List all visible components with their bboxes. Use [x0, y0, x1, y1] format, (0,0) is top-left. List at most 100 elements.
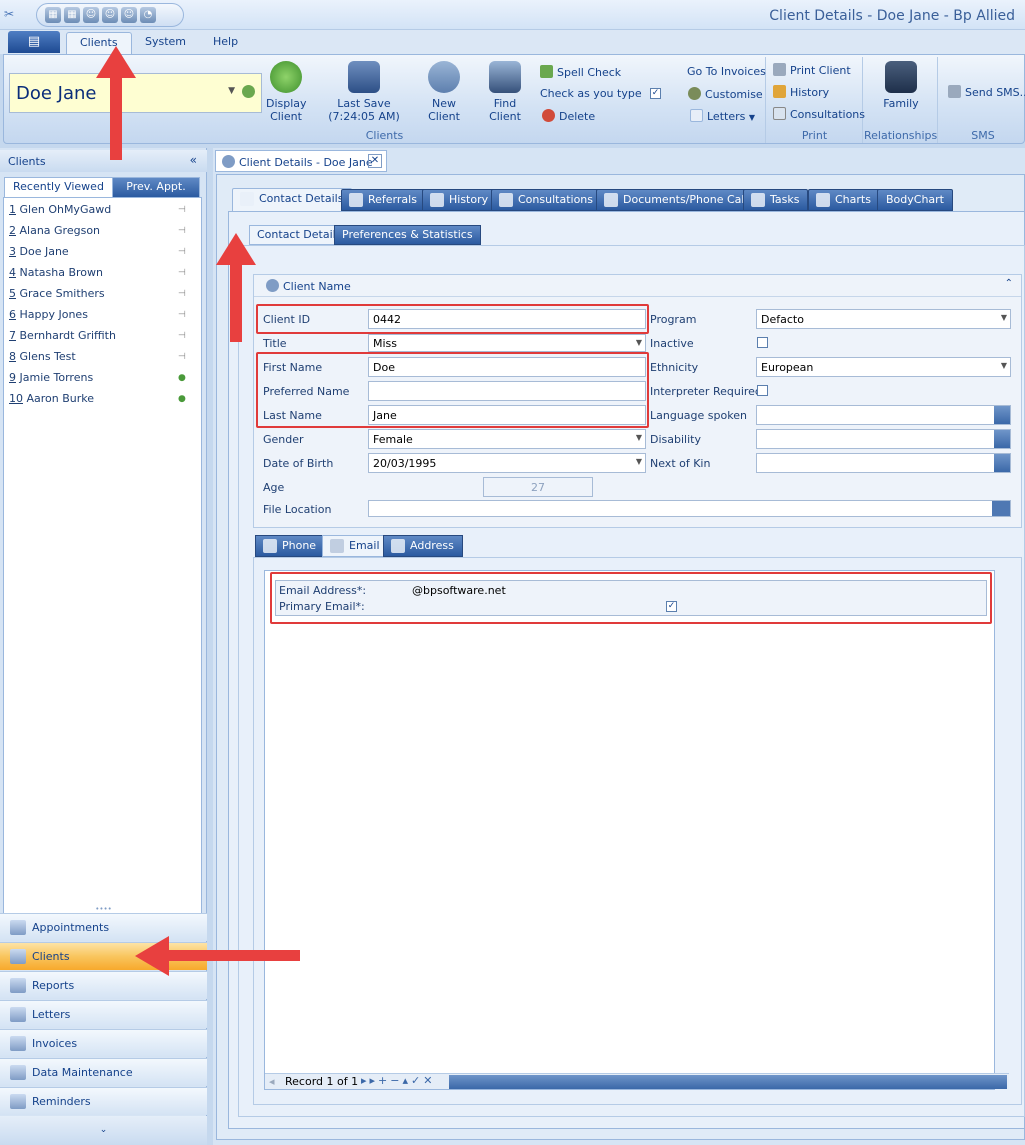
pin-icon[interactable]: ⊣: [178, 289, 192, 299]
tab-referrals[interactable]: Referrals: [341, 189, 426, 211]
tab-email[interactable]: Email: [322, 535, 389, 557]
lookup-spin-button[interactable]: [994, 430, 1010, 448]
tab-history[interactable]: History: [422, 189, 498, 211]
tab-contact-details[interactable]: Contact Details: [232, 188, 353, 212]
new-client-button[interactable]: New Client: [416, 61, 472, 123]
tab-prev-appt[interactable]: Prev. Appt.: [112, 177, 200, 197]
display-client-button[interactable]: Display Client: [266, 61, 307, 123]
nav-invoices[interactable]: Invoices: [0, 1029, 207, 1057]
list-item[interactable]: 5 Grace Smithers ⊣: [4, 286, 200, 304]
dob-field[interactable]: 20/03/1995 ▼: [368, 453, 646, 473]
status-dot-icon[interactable]: ●: [178, 394, 192, 404]
last-save-button[interactable]: Last Save (7:24:05 AM): [324, 61, 404, 123]
program-select[interactable]: Defacto ▼: [756, 309, 1011, 329]
tab-phone[interactable]: Phone: [255, 535, 326, 557]
list-item[interactable]: 2 Alana Gregson ⊣: [4, 223, 200, 241]
chevron-down-icon[interactable]: ▼: [1001, 313, 1007, 322]
chevron-down-icon[interactable]: ▼: [228, 86, 235, 96]
refresh-icon[interactable]: [242, 85, 255, 98]
user-icon[interactable]: ☺: [121, 7, 137, 23]
list-item[interactable]: 8 Glens Test ⊣: [4, 349, 200, 367]
nav-actions-icons[interactable]: ▸▸+−▴✓✕: [361, 1074, 435, 1087]
pin-icon[interactable]: ⊣: [178, 352, 192, 362]
nav-overflow-button[interactable]: ⌄: [0, 1116, 207, 1145]
go-to-invoices-button[interactable]: Go To Invoices: [687, 65, 766, 78]
send-sms-button[interactable]: Send SMS...: [948, 85, 1025, 99]
tab-system[interactable]: System: [132, 32, 199, 54]
nav-letters[interactable]: Letters: [0, 1000, 207, 1028]
history-icon: [430, 193, 444, 207]
print-consultations-button[interactable]: Consultations: [773, 107, 865, 121]
find-client-button[interactable]: Find Client: [478, 61, 532, 123]
collapse-up-icon[interactable]: ⌃: [1005, 278, 1013, 289]
title-select[interactable]: Miss ▼: [368, 334, 646, 352]
clients-add-icon[interactable]: ☺: [83, 7, 99, 23]
calendar-icon[interactable]: ▦: [45, 7, 61, 23]
list-item[interactable]: 3 Doe Jane ⊣: [4, 244, 200, 262]
application-menu-button[interactable]: ▤: [8, 31, 60, 53]
print-client-button[interactable]: Print Client: [773, 63, 851, 77]
nav-data-maintenance[interactable]: Data Maintenance: [0, 1058, 207, 1086]
clients-icon[interactable]: ☺: [102, 7, 118, 23]
disability-field[interactable]: [756, 429, 1011, 449]
language-field[interactable]: [756, 405, 1011, 425]
list-item[interactable]: 4 Natasha Brown ⊣: [4, 265, 200, 283]
letter-icon: [690, 109, 703, 122]
customise-button[interactable]: Customise: [688, 87, 763, 101]
nav-appointments[interactable]: Appointments: [0, 913, 207, 941]
tab-address[interactable]: Address: [383, 535, 463, 557]
list-item[interactable]: 7 Bernhardt Griffith ⊣: [4, 328, 200, 346]
chevron-down-icon[interactable]: ▼: [636, 457, 642, 466]
horizontal-scrollbar[interactable]: [449, 1075, 1007, 1089]
status-dot-icon[interactable]: ●: [178, 373, 192, 383]
lookup-spin-button[interactable]: [994, 406, 1010, 424]
chevron-down-icon[interactable]: ▼: [636, 338, 642, 347]
record-navigator: ◂ Record 1 of 1 ▸▸+−▴✓✕: [265, 1073, 1009, 1089]
pin-icon[interactable]: ⊣: [178, 310, 192, 320]
inactive-checkbox[interactable]: [757, 337, 768, 348]
gender-select[interactable]: Female ▼: [368, 429, 646, 449]
interpreter-checkbox[interactable]: [757, 385, 768, 396]
pin-icon[interactable]: ⊣: [178, 226, 192, 236]
tab-charts[interactable]: Charts: [808, 189, 880, 211]
nav-reports[interactable]: Reports: [0, 971, 207, 999]
close-icon[interactable]: ✕: [368, 154, 382, 168]
timer-icon[interactable]: ◔: [140, 7, 156, 23]
chevron-down-icon[interactable]: ▼: [636, 433, 642, 442]
calendar-add-icon[interactable]: ▦: [64, 7, 80, 23]
check-as-you-type-checkbox[interactable]: ✓: [650, 88, 661, 99]
nav-first-icon[interactable]: ◂: [269, 1075, 275, 1088]
pin-icon[interactable]: ⊣: [178, 331, 192, 341]
next-of-kin-field[interactable]: [756, 453, 1011, 473]
chevron-down-icon[interactable]: ▼: [1001, 361, 1007, 370]
tab-tasks[interactable]: Tasks: [743, 189, 809, 211]
letters-button[interactable]: Letters ▼: [690, 109, 755, 123]
pin-icon[interactable]: ⊣: [178, 205, 192, 215]
pin-icon[interactable]: ⊣: [178, 247, 192, 257]
lookup-spin-button[interactable]: [994, 454, 1010, 472]
list-item[interactable]: 1 Glen OhMyGawd ⊣: [4, 202, 200, 220]
family-button[interactable]: Family: [868, 61, 934, 110]
nav-reminders[interactable]: Reminders: [0, 1087, 207, 1115]
subtab-preferences-statistics[interactable]: Preferences & Statistics: [334, 225, 481, 245]
ethnicity-select[interactable]: European ▼: [756, 357, 1011, 377]
list-item[interactable]: 10 Aaron Burke ●: [4, 391, 200, 409]
doc-tab-client-details[interactable]: Client Details - Doe Jane ✕: [215, 150, 387, 172]
tab-bodychart[interactable]: BodyChart: [877, 189, 953, 211]
tab-recently-viewed[interactable]: Recently Viewed: [4, 177, 113, 197]
browse-button[interactable]: [992, 501, 1010, 516]
tab-consultations[interactable]: Consultations: [491, 189, 602, 211]
list-item[interactable]: 6 Happy Jones ⊣: [4, 307, 200, 325]
delete-button[interactable]: Delete: [542, 109, 595, 123]
client-selector[interactable]: Doe Jane ▼: [9, 73, 262, 113]
pin-icon[interactable]: ⊣: [178, 268, 192, 278]
collapse-left-icon[interactable]: «: [190, 153, 197, 167]
tab-help[interactable]: Help: [200, 32, 251, 54]
print-history-button[interactable]: History: [773, 85, 829, 99]
record-count: Record 1 of 1: [285, 1075, 359, 1088]
tab-documents-phone-calls[interactable]: Documents/Phone Calls: [596, 189, 763, 211]
nav-label: Invoices: [32, 1037, 78, 1050]
spell-check-button[interactable]: Spell Check: [540, 65, 621, 79]
file-location-field[interactable]: [368, 500, 1011, 517]
list-item[interactable]: 9 Jamie Torrens ●: [4, 370, 200, 388]
